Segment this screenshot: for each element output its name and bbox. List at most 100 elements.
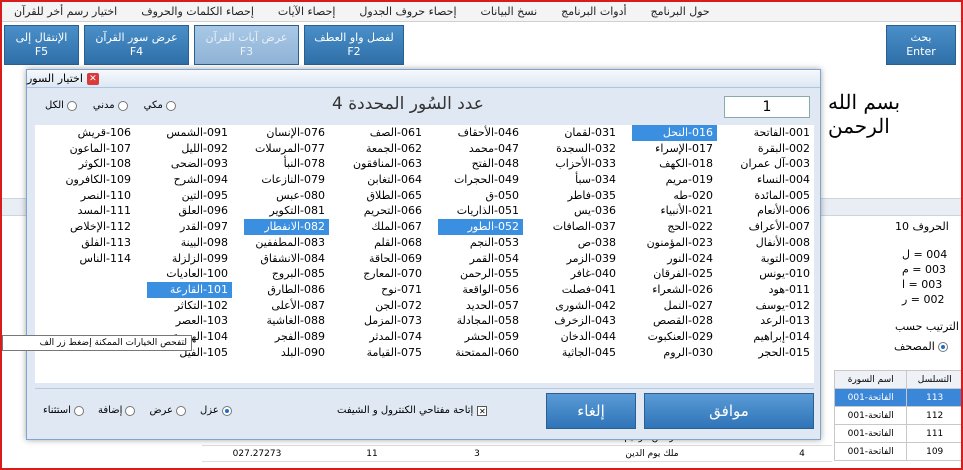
surah-item[interactable]: 103-العصر (147, 313, 232, 329)
surah-item[interactable]: 049-الحجرات (438, 172, 523, 188)
menu-item[interactable]: حول البرنامج (639, 5, 722, 18)
surah-item[interactable]: 074-المدثر (341, 329, 426, 345)
surah-item[interactable]: 017-الإسراء (632, 141, 717, 157)
surah-item[interactable]: 075-القيامة (341, 345, 426, 361)
surah-item[interactable]: 088-الغاشية (244, 313, 329, 329)
table-row[interactable]: 001-الفاتحة 109 (833, 442, 961, 461)
surah-item[interactable]: 080-عبس (244, 188, 329, 204)
surah-item[interactable]: 059-الحشر (438, 329, 523, 345)
surah-item[interactable]: 053-النجم (438, 235, 523, 251)
surah-item[interactable]: 022-الحج (632, 219, 717, 235)
surah-item[interactable]: 019-مريم (632, 172, 717, 188)
mode-show[interactable]: عرض (149, 405, 187, 416)
surah-item[interactable]: 069-الحاقة (341, 251, 426, 267)
surah-item[interactable]: 021-الأنبياء (632, 203, 717, 219)
surah-item[interactable]: 018-الكهف (632, 156, 717, 172)
surah-item[interactable]: 097-القدر (147, 219, 232, 235)
surah-item[interactable]: 087-الأعلى (244, 298, 329, 314)
filter-all[interactable]: الكل (45, 100, 77, 111)
surah-item[interactable]: 089-الفجر (244, 329, 329, 345)
surah-item[interactable]: 023-المؤمنون (632, 235, 717, 251)
count-input[interactable]: 1 (724, 96, 810, 118)
surah-item[interactable]: 025-الفرقان (632, 266, 717, 282)
menu-item[interactable]: إحصاء الآيات (266, 5, 348, 18)
menu-item[interactable]: أدوات البرنامج (549, 5, 638, 18)
surah-item[interactable]: 092-الليل (147, 141, 232, 157)
filter-makki[interactable]: مكي (144, 100, 176, 111)
surah-item[interactable]: 106-قريش (50, 125, 135, 141)
menu-item[interactable]: إحصاء الكلمات والحروف (129, 5, 266, 18)
surah-item[interactable]: 003-آل عمران (729, 156, 814, 172)
surah-item[interactable]: 100-العاديات (147, 266, 232, 282)
surah-item[interactable]: 084-الانشقاق (244, 251, 329, 267)
surah-item[interactable]: 060-الممتحنة (438, 345, 523, 361)
surah-item[interactable]: 094-الشرح (147, 172, 232, 188)
surah-item[interactable]: 013-الرعد (729, 313, 814, 329)
search-button[interactable]: بحث Enter (886, 25, 956, 65)
surah-item[interactable]: 064-التغابن (341, 172, 426, 188)
surah-item[interactable]: 071-نوح (341, 282, 426, 298)
surah-item[interactable]: 068-القلم (341, 235, 426, 251)
surah-item[interactable]: 032-السجدة (535, 141, 620, 157)
surah-item[interactable]: 040-غافر (535, 266, 620, 282)
surah-item[interactable]: 014-إبراهيم (729, 329, 814, 345)
surah-item[interactable]: 020-طه (632, 188, 717, 204)
surah-item[interactable]: 038-ص (535, 235, 620, 251)
surah-item[interactable]: 035-فاطر (535, 188, 620, 204)
surah-item[interactable]: 077-المرسلات (244, 141, 329, 157)
surah-item[interactable]: 009-التوبة (729, 251, 814, 267)
surah-item[interactable]: 073-المزمل (341, 313, 426, 329)
sort-option[interactable]: المصحف (894, 340, 948, 353)
goto-button[interactable]: الإنتقال إلى F5 (4, 25, 79, 65)
surah-item[interactable]: 011-هود (729, 282, 814, 298)
surah-item[interactable]: 072-الجن (341, 298, 426, 314)
surah-item[interactable]: 107-الماعون (50, 141, 135, 157)
surah-item[interactable]: 037-الصافات (535, 219, 620, 235)
ok-button[interactable]: موافق (644, 393, 814, 429)
surah-item[interactable]: 026-الشعراء (632, 282, 717, 298)
surah-item[interactable]: 006-الأنعام (729, 203, 814, 219)
cancel-button[interactable]: إلغاء (546, 393, 636, 429)
surah-item[interactable]: 027-النمل (632, 298, 717, 314)
surah-item[interactable]: 079-النازعات (244, 172, 329, 188)
surah-item[interactable]: 045-الجاثية (535, 345, 620, 361)
table-row[interactable]: 001-الفاتحة 112 (833, 406, 961, 425)
surah-item[interactable]: 091-الشمس (147, 125, 232, 141)
mode-isolate[interactable]: عزل (200, 405, 232, 416)
surah-item[interactable]: 109-الكافرون (50, 172, 135, 188)
surah-item[interactable]: 002-البقرة (729, 141, 814, 157)
mode-add[interactable]: إضافة (98, 405, 136, 416)
surah-item[interactable]: 112-الإخلاص (50, 219, 135, 235)
surah-item[interactable]: 093-الضحى (147, 156, 232, 172)
surah-item[interactable]: 048-الفتح (438, 156, 523, 172)
surah-item[interactable]: 030-الروم (632, 345, 717, 361)
surah-item[interactable]: 113-الفلق (50, 235, 135, 251)
table-row[interactable]: 001-الفاتحة 113 (833, 388, 961, 407)
surah-item[interactable]: 008-الأنفال (729, 235, 814, 251)
surah-item[interactable]: 098-البينة (147, 235, 232, 251)
table-row[interactable]: 001-الفاتحة 111 (833, 424, 961, 443)
surah-item[interactable]: 034-سبأ (535, 172, 620, 188)
surah-item[interactable]: 076-الإنسان (244, 125, 329, 141)
sort-radio[interactable] (937, 340, 948, 353)
surah-item[interactable]: 046-الأحقاف (438, 125, 523, 141)
surah-item[interactable]: 042-الشورى (535, 298, 620, 314)
surah-item[interactable]: 043-الزخرف (535, 313, 620, 329)
surah-item[interactable]: 108-الكوثر (50, 156, 135, 172)
surah-item[interactable]: 039-الزمر (535, 251, 620, 267)
mode-except[interactable]: استثناء (43, 405, 84, 416)
surah-item[interactable]: 005-المائدة (729, 188, 814, 204)
surah-item[interactable]: 055-الرحمن (438, 266, 523, 282)
surah-item[interactable]: 066-التحريم (341, 203, 426, 219)
surah-item[interactable]: 086-الطارق (244, 282, 329, 298)
surah-item[interactable]: 065-الطلاق (341, 188, 426, 204)
menu-item[interactable]: إحصاء حروف الجدول (347, 5, 468, 18)
surah-item[interactable]: 096-العلق (147, 203, 232, 219)
surah-item[interactable]: 044-الدخان (535, 329, 620, 345)
surah-item[interactable]: 099-الزلزلة (147, 251, 232, 267)
surah-item[interactable]: 031-لقمان (535, 125, 620, 141)
surah-item[interactable]: 062-الجمعة (341, 141, 426, 157)
surah-item[interactable]: 016-النحل (632, 125, 717, 141)
surah-item[interactable]: 102-التكاثر (147, 298, 232, 314)
surah-item[interactable]: 052-الطور (438, 219, 523, 235)
